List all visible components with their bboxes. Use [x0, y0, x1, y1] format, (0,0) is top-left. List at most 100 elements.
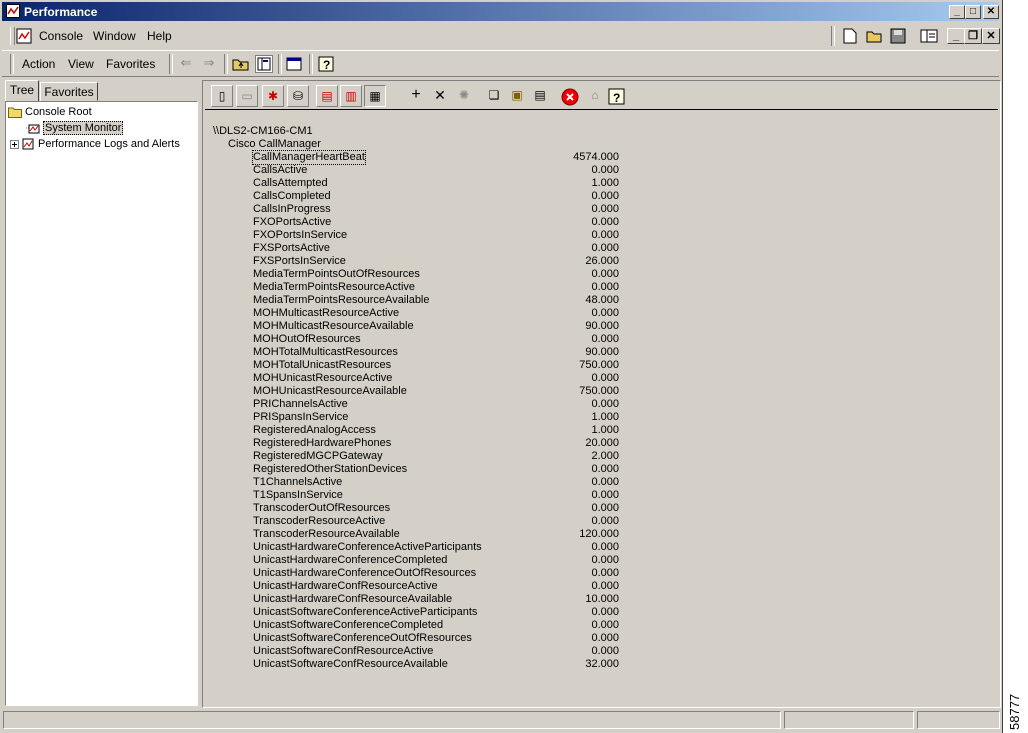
- freeze-display-icon[interactable]: [561, 88, 579, 106]
- report-computer-name: \\DLS2-CM166-CM1: [213, 125, 313, 137]
- close-button[interactable]: ✕: [983, 5, 999, 19]
- child-close-button[interactable]: ✕: [982, 28, 1000, 44]
- counter-value: 4574.000: [573, 151, 619, 163]
- counter-name[interactable]: UnicastHardwareConfResourceActive: [253, 580, 438, 593]
- add-counter-icon[interactable]: +: [405, 85, 427, 107]
- console-icon[interactable]: [16, 28, 32, 44]
- counter-name[interactable]: UnicastHardwareConferenceActiveParticipa…: [253, 541, 482, 554]
- counter-name[interactable]: CallsInProgress: [253, 203, 331, 216]
- console-tree: Console Root System Monitor Performance …: [5, 101, 198, 706]
- save-icon[interactable]: [890, 28, 906, 44]
- clear-display-icon[interactable]: ▭: [236, 85, 258, 107]
- counter-name[interactable]: RegisteredHardwarePhones: [253, 437, 391, 450]
- counter-name[interactable]: RegisteredAnalogAccess: [253, 424, 376, 437]
- counter-name[interactable]: PRIChannelsActive: [253, 398, 348, 411]
- system-monitor-icon: [26, 124, 40, 134]
- properties-icon-sm[interactable]: ▤: [529, 85, 551, 107]
- view-graph-icon[interactable]: ▤: [316, 85, 338, 107]
- counter-name[interactable]: UnicastHardwareConferenceOutOfResources: [253, 567, 476, 580]
- up-one-level-icon[interactable]: [232, 56, 250, 72]
- counter-name[interactable]: MOHUnicastResourceAvailable: [253, 385, 407, 398]
- counter-name[interactable]: UnicastSoftwareConferenceActiveParticipa…: [253, 606, 477, 619]
- paste-counter-list-icon[interactable]: ▣: [506, 85, 528, 107]
- show-hide-console-tree-icon[interactable]: [255, 55, 273, 73]
- system-monitor-toolbar: ▯ ▭ ✱ ⛁ ▤ ▥ ▦ + ✕ ✺ ❏ ▣ ▤ ⌂ ?: [205, 83, 998, 110]
- counter-name[interactable]: MediaTermPointsOutOfResources: [253, 268, 420, 281]
- counter-name[interactable]: MOHOutOfResources: [253, 333, 361, 346]
- title-bar[interactable]: Performance _ □ ✕: [2, 2, 999, 21]
- counter-value: 0.000: [591, 307, 619, 319]
- tree-item-system-monitor[interactable]: System Monitor: [26, 121, 124, 135]
- counter-name[interactable]: FXSPortsActive: [253, 242, 330, 255]
- counter-name[interactable]: FXOPortsActive: [253, 216, 331, 229]
- counter-name[interactable]: CallsActive: [253, 164, 307, 177]
- counter-name[interactable]: MediaTermPointsResourceActive: [253, 281, 415, 294]
- counter-name[interactable]: TranscoderResourceActive: [253, 515, 385, 528]
- counter-name[interactable]: TranscoderResourceAvailable: [253, 528, 400, 541]
- minimize-button[interactable]: _: [949, 5, 965, 19]
- menu-help[interactable]: Help: [147, 29, 172, 43]
- counter-name[interactable]: MOHTotalUnicastResources: [253, 359, 391, 372]
- counter-name[interactable]: FXSPortsInService: [253, 255, 346, 268]
- counter-name[interactable]: T1ChannelsActive: [253, 476, 342, 489]
- counter-name[interactable]: PRISpansInService: [253, 411, 348, 424]
- tab-favorites[interactable]: Favorites: [40, 82, 98, 101]
- show-hide-tree-icon[interactable]: [920, 28, 938, 44]
- tree-item-performance-logs[interactable]: Performance Logs and Alerts: [10, 138, 180, 150]
- counter-value: 0.000: [591, 541, 619, 553]
- counter-name[interactable]: FXOPortsInService: [253, 229, 347, 242]
- back-arrow-icon[interactable]: ⇐: [175, 52, 197, 74]
- counter-name[interactable]: MOHMulticastResourceAvailable: [253, 320, 414, 333]
- open-folder-icon[interactable]: [866, 28, 884, 44]
- menu-view[interactable]: View: [68, 57, 94, 71]
- counter-name[interactable]: TranscoderOutOfResources: [253, 502, 390, 515]
- counter-name[interactable]: UnicastSoftwareConferenceCompleted: [253, 619, 443, 632]
- counter-name[interactable]: RegisteredMGCPGateway: [253, 450, 383, 463]
- forward-arrow-icon[interactable]: ⇒: [198, 52, 220, 74]
- counter-name[interactable]: MOHMulticastResourceActive: [253, 307, 399, 320]
- maximize-button[interactable]: □: [965, 5, 981, 19]
- toolbar-separator-4: [309, 54, 313, 74]
- counter-name[interactable]: RegisteredOtherStationDevices: [253, 463, 407, 476]
- properties-icon[interactable]: [286, 56, 304, 72]
- counter-name[interactable]: UnicastSoftwareConferenceOutOfResources: [253, 632, 472, 645]
- highlight-icon[interactable]: ✺: [453, 85, 475, 107]
- view-log-data-icon[interactable]: ⛁: [287, 85, 309, 107]
- view-report-icon[interactable]: ▦: [364, 85, 386, 107]
- menu-action[interactable]: Action: [22, 57, 55, 71]
- counter-name[interactable]: MOHTotalMulticastResources: [253, 346, 398, 359]
- view-histogram-icon[interactable]: ▥: [340, 85, 362, 107]
- counter-name[interactable]: MOHUnicastResourceActive: [253, 372, 392, 385]
- child-minimize-button[interactable]: _: [947, 28, 965, 44]
- tree-item-console-root[interactable]: Console Root: [8, 106, 92, 119]
- new-document-icon[interactable]: [843, 28, 857, 44]
- counter-value: 90.000: [585, 320, 619, 332]
- menu-console[interactable]: Console: [39, 29, 83, 43]
- counter-value: 1.000: [591, 177, 619, 189]
- menu-window[interactable]: Window: [93, 29, 136, 43]
- counter-name[interactable]: UnicastSoftwareConfResourceActive: [253, 645, 433, 658]
- counter-name[interactable]: CallsAttempted: [253, 177, 328, 190]
- counter-name[interactable]: MediaTermPointsResourceAvailable: [253, 294, 430, 307]
- menu-favorites[interactable]: Favorites: [106, 57, 155, 71]
- counter-name[interactable]: UnicastSoftwareConfResourceAvailable: [253, 658, 448, 671]
- counter-name[interactable]: UnicastHardwareConfResourceAvailable: [253, 593, 452, 606]
- counter-name[interactable]: CallManagerHeartBeat: [252, 150, 366, 165]
- update-data-icon[interactable]: ⌂: [584, 85, 606, 107]
- expand-plus-icon[interactable]: [10, 139, 19, 149]
- counter-value: 32.000: [585, 658, 619, 670]
- counter-name[interactable]: CallsCompleted: [253, 190, 331, 203]
- help-icon-sm[interactable]: ?: [608, 88, 626, 106]
- view-current-activity-icon[interactable]: ✱: [262, 85, 284, 107]
- counter-name[interactable]: UnicastHardwareConferenceCompleted: [253, 554, 447, 567]
- counter-name[interactable]: T1SpansInService: [253, 489, 343, 502]
- tab-tree[interactable]: Tree: [5, 80, 39, 101]
- new-counter-set-icon[interactable]: ▯: [211, 85, 233, 107]
- counter-value: 0.000: [591, 242, 619, 254]
- counter-value: 0.000: [591, 489, 619, 501]
- menu-bar: Console Window Help _ ❐ ✕: [2, 24, 1000, 48]
- copy-properties-icon[interactable]: ❏: [483, 85, 505, 107]
- help-icon[interactable]: ?: [318, 56, 336, 72]
- child-restore-button[interactable]: ❐: [964, 28, 982, 44]
- delete-counter-icon[interactable]: ✕: [429, 85, 451, 107]
